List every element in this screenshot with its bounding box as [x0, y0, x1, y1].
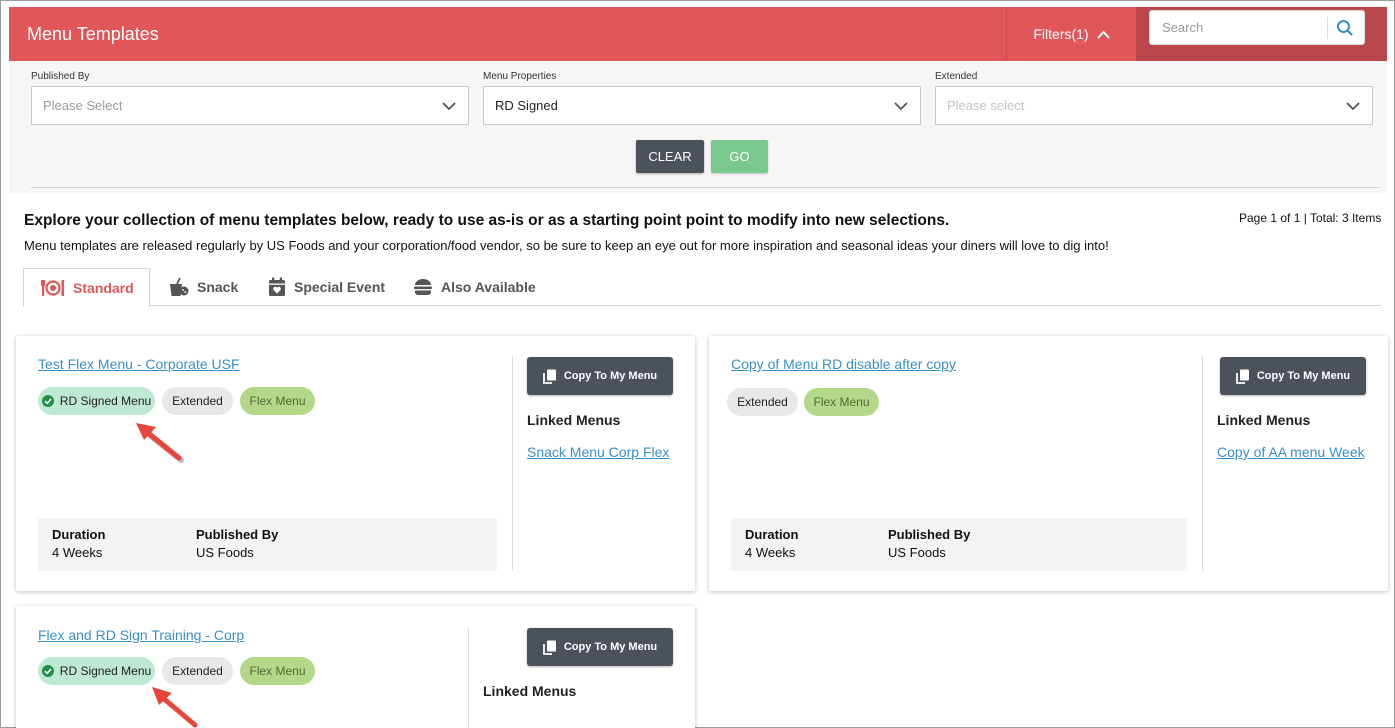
menu-title-link[interactable]: Test Flex Menu - Corporate USF: [38, 356, 240, 372]
extended-placeholder: Please select: [947, 98, 1025, 113]
flex-menu-badge: Flex Menu: [240, 387, 315, 415]
linked-menus-heading: Linked Menus: [1217, 412, 1311, 428]
copy-to-my-menu-button[interactable]: Copy To My Menu: [1220, 357, 1366, 395]
menu-info-box: Duration 4 Weeks Published By US Foods: [731, 518, 1187, 571]
tab-also-available-label: Also Available: [441, 279, 536, 295]
published-by-select[interactable]: Please Select: [31, 86, 469, 125]
check-circle-icon: [41, 665, 54, 677]
published-by-info-label: Published By: [196, 527, 279, 542]
category-tabs: Standard Snack Special Event Also Availa…: [23, 268, 1381, 307]
calendar-heart-icon: [269, 277, 285, 296]
copy-icon: [542, 369, 556, 384]
tab-standard-label: Standard: [73, 279, 134, 296]
go-button[interactable]: GO: [711, 140, 768, 173]
paging-info: Page 1 of 1 | Total: 3 Items: [1239, 211, 1382, 225]
tab-also-available[interactable]: Also Available: [413, 268, 536, 306]
filters-label: Filters(1): [1033, 26, 1089, 42]
extended-badge: Extended: [162, 387, 233, 415]
chevron-down-icon: [1346, 102, 1360, 111]
intro-text: Menu templates are released regularly by…: [24, 238, 1109, 253]
chevron-down-icon: [894, 102, 908, 111]
copy-to-my-menu-label: Copy To My Menu: [1256, 370, 1351, 382]
menu-template-card: Flex and RD Sign Training - Corp RD Sign…: [16, 606, 695, 728]
extended-badge: Extended: [162, 657, 233, 685]
app-window: Menu Templates Filters(1) Published By P…: [0, 0, 1395, 728]
card-divider: [1202, 356, 1203, 571]
extended-label: Extended: [935, 71, 978, 82]
linked-menu-link[interactable]: Snack Menu Corp Flex: [527, 444, 669, 460]
linked-menus-heading: Linked Menus: [527, 412, 621, 428]
tab-standard[interactable]: Standard: [23, 268, 150, 307]
published-by-info-value: US Foods: [196, 545, 254, 560]
chevron-down-icon: [442, 102, 456, 111]
rd-signed-label: RD Signed Menu: [59, 394, 152, 408]
linked-menu-link[interactable]: Copy of AA menu Week: [1217, 444, 1365, 460]
copy-to-my-menu-label: Copy To My Menu: [563, 641, 658, 653]
rd-signed-label: RD Signed Menu: [59, 664, 152, 678]
search-input[interactable]: [1151, 12, 1326, 43]
annotation-arrow-icon: [136, 423, 184, 463]
search-divider: [1327, 17, 1328, 39]
copy-to-my-menu-button[interactable]: Copy To My Menu: [527, 357, 673, 395]
published-by-placeholder: Please Select: [43, 98, 123, 113]
menu-properties-select[interactable]: RD Signed: [483, 86, 921, 125]
search-box: [1149, 10, 1365, 45]
menu-template-card: Test Flex Menu - Corporate USF RD Signed…: [16, 336, 695, 591]
tab-snack-label: Snack: [197, 279, 239, 295]
rd-signed-badge: RD Signed Menu: [38, 387, 155, 415]
card-divider: [468, 628, 469, 728]
burger-icon: [414, 279, 432, 295]
flex-menu-badge: Flex Menu: [804, 388, 879, 416]
filters-toggle-button[interactable]: Filters(1): [1006, 7, 1136, 61]
published-by-info-value: US Foods: [888, 545, 946, 560]
published-by-label: Published By: [31, 71, 90, 82]
intro-heading: Explore your collection of menu template…: [24, 212, 950, 229]
check-circle-icon: [41, 395, 54, 407]
chevron-up-icon: [1096, 30, 1110, 39]
filter-panel: Published By Please Select Menu Properti…: [9, 61, 1387, 193]
duration-value: 4 Weeks: [52, 545, 103, 560]
filter-divider: [31, 187, 1380, 188]
menu-properties-value: RD Signed: [495, 98, 558, 113]
published-by-info-label: Published By: [888, 527, 971, 542]
menu-title-link[interactable]: Flex and RD Sign Training - Corp: [38, 627, 244, 643]
tab-special-event-label: Special Event: [294, 279, 386, 295]
menu-properties-label: Menu Properties: [483, 71, 557, 82]
duration-label: Duration: [52, 527, 106, 542]
tab-snack[interactable]: Snack: [167, 268, 238, 306]
search-icon[interactable]: [1336, 19, 1354, 37]
duration-value: 4 Weeks: [745, 545, 796, 560]
page-title: Menu Templates: [27, 24, 159, 44]
copy-to-my-menu-button[interactable]: Copy To My Menu: [527, 628, 673, 666]
menu-info-box: Duration 4 Weeks Published By US Foods: [38, 518, 497, 571]
rd-signed-badge: RD Signed Menu: [38, 657, 155, 685]
linked-menus-heading: Linked Menus: [483, 683, 577, 699]
snack-icon: [170, 277, 189, 296]
extended-badge: Extended: [727, 388, 798, 416]
flex-menu-badge: Flex Menu: [240, 657, 315, 685]
extended-select[interactable]: Please select: [935, 86, 1373, 125]
duration-label: Duration: [745, 527, 799, 542]
copy-icon: [542, 640, 556, 655]
menu-template-card: Copy of Menu RD disable after copy Exten…: [709, 336, 1388, 591]
tab-special-event[interactable]: Special Event: [268, 268, 385, 306]
card-divider: [512, 356, 513, 571]
annotation-arrow-icon: [152, 687, 198, 728]
plate-cutlery-icon: [41, 279, 65, 296]
clear-button[interactable]: CLEAR: [636, 140, 704, 173]
copy-to-my-menu-label: Copy To My Menu: [563, 370, 658, 382]
menu-title-link[interactable]: Copy of Menu RD disable after copy: [731, 356, 956, 372]
copy-icon: [1235, 369, 1249, 384]
